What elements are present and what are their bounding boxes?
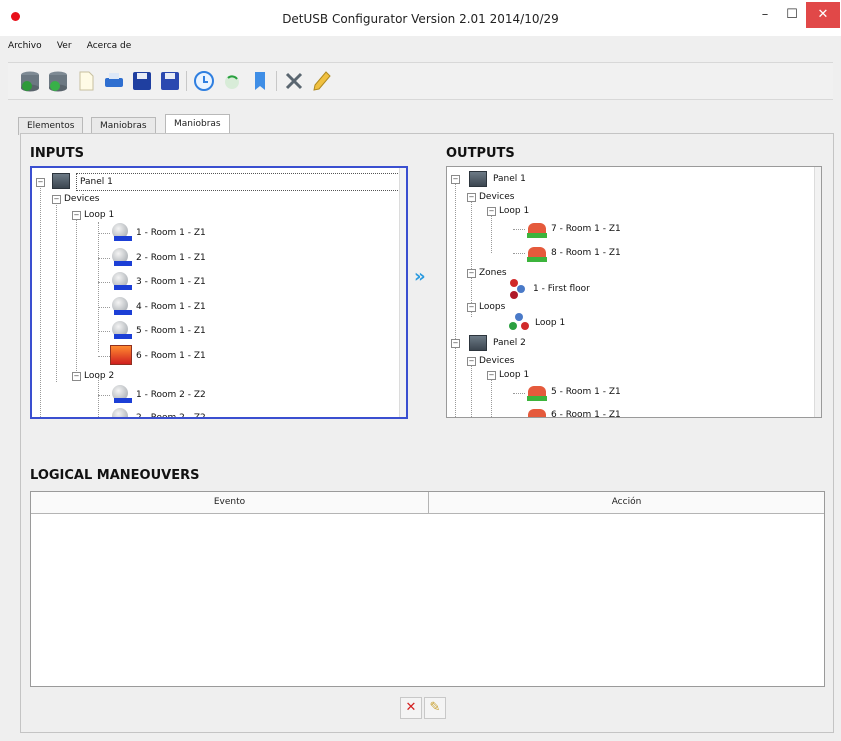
- tree-node-panel[interactable]: Panel 1: [493, 171, 526, 187]
- module-device-icon: [110, 345, 132, 365]
- close-button[interactable]: ✕: [806, 2, 840, 28]
- tree-node-device[interactable]: 2 - Room 2 - Z2: [136, 410, 206, 417]
- input-device-icon: [110, 272, 132, 292]
- input-device-icon: [110, 223, 132, 243]
- window-title: DetUSB Configurator Version 2.01 2014/10…: [282, 12, 559, 26]
- tree-node-device[interactable]: 3 - Room 1 - Z1: [136, 274, 206, 290]
- toolbar-separator: [186, 71, 187, 91]
- save-as-icon[interactable]: [158, 69, 182, 93]
- tree-node-device[interactable]: 2 - Room 1 - Z1: [136, 250, 206, 266]
- menu-archivo[interactable]: Archivo: [8, 41, 42, 51]
- tree-node-device[interactable]: 6 - Room 1 - Z1: [551, 407, 621, 417]
- print-icon[interactable]: [102, 69, 126, 93]
- tree-node-device[interactable]: 1 - Room 1 - Z1: [136, 225, 206, 241]
- inputs-title: INPUTS: [30, 146, 85, 161]
- title-bar: DetUSB Configurator Version 2.01 2014/10…: [0, 0, 841, 36]
- tree-node-panel[interactable]: Panel 1: [76, 173, 402, 191]
- collapse-icon[interactable]: −: [36, 178, 45, 187]
- column-accion[interactable]: Acción: [429, 492, 824, 513]
- transfer-button[interactable]: »: [414, 266, 426, 287]
- collapse-icon[interactable]: −: [487, 371, 496, 380]
- tree-node-loop[interactable]: Loop 1: [499, 203, 529, 219]
- collapse-icon[interactable]: −: [467, 269, 476, 278]
- output-device-icon: [527, 406, 547, 417]
- tools-icon[interactable]: [282, 69, 306, 93]
- tree-node-loop[interactable]: Loop 1: [535, 315, 565, 331]
- app-window: DetUSB Configurator Version 2.01 2014/10…: [0, 0, 841, 741]
- output-device-icon: [527, 383, 547, 401]
- database-write-icon[interactable]: [46, 69, 70, 93]
- output-device-icon: [527, 244, 547, 262]
- collapse-icon[interactable]: −: [52, 195, 61, 204]
- maximize-button[interactable]: ☐: [778, 2, 806, 28]
- collapse-icon[interactable]: −: [451, 339, 460, 348]
- save-icon[interactable]: [130, 69, 154, 93]
- collapse-icon[interactable]: −: [467, 303, 476, 312]
- tree-node-device[interactable]: 5 - Room 1 - Z1: [136, 323, 206, 339]
- outputs-tree[interactable]: − Panel 1 − Devices − Loop 1 7 - Room 1 …: [446, 166, 822, 418]
- tree-node-devices[interactable]: Devices: [64, 191, 99, 207]
- tree-node-loop[interactable]: Loop 2: [84, 368, 114, 384]
- new-document-icon[interactable]: [74, 69, 98, 93]
- toolbar: [8, 62, 833, 100]
- panel-icon: [469, 335, 487, 351]
- tree-node-panel[interactable]: Panel 2: [493, 335, 526, 351]
- panel-icon: [469, 171, 487, 187]
- input-device-icon: [110, 408, 132, 417]
- toolbar-separator: [276, 71, 277, 91]
- database-read-icon[interactable]: [18, 69, 42, 93]
- tree-node-zones[interactable]: Zones: [479, 265, 507, 281]
- bookmark-icon[interactable]: [248, 69, 272, 93]
- tree-node-device[interactable]: 8 - Room 1 - Z1: [551, 245, 621, 261]
- collapse-icon[interactable]: −: [72, 211, 81, 220]
- input-device-icon: [110, 248, 132, 268]
- collapse-icon[interactable]: −: [487, 207, 496, 216]
- delete-button[interactable]: ✕: [400, 697, 422, 719]
- inputs-tree[interactable]: − Panel 1 − Devices − Loop 1 1 - Room 1 …: [30, 166, 408, 419]
- tree-node-loop[interactable]: Loop 1: [499, 367, 529, 383]
- menu-acerca-de[interactable]: Acerca de: [87, 41, 132, 51]
- tree-node-loops[interactable]: Loops: [479, 299, 505, 315]
- input-device-icon: [110, 385, 132, 405]
- logical-title: LOGICAL MANEOUVERS: [30, 468, 200, 483]
- pencil-icon[interactable]: [310, 69, 334, 93]
- clock-icon[interactable]: [192, 69, 216, 93]
- refresh-icon[interactable]: [220, 69, 244, 93]
- collapse-icon[interactable]: −: [467, 193, 476, 202]
- logical-grid[interactable]: Evento Acción: [30, 491, 825, 687]
- menu-ver[interactable]: Ver: [57, 41, 72, 51]
- tree-node-device[interactable]: 6 - Room 1 - Z1: [136, 348, 206, 364]
- loop-icon: [507, 311, 531, 333]
- menu-bar: Archivo Ver Acerca de: [8, 40, 143, 58]
- inputs-scrollbar[interactable]: [399, 168, 406, 417]
- collapse-icon[interactable]: −: [451, 175, 460, 184]
- input-device-icon: [110, 321, 132, 341]
- tree-node-zone[interactable]: 1 - First floor: [533, 281, 590, 297]
- tree-node-device[interactable]: 1 - Room 2 - Z2: [136, 387, 206, 403]
- tab-maniobras-logicas[interactable]: Maniobras lógicas: [165, 114, 230, 147]
- tree-node-device[interactable]: 7 - Room 1 - Z1: [551, 221, 621, 237]
- edit-button[interactable]: ✎: [424, 697, 446, 719]
- output-device-icon: [527, 220, 547, 238]
- input-device-icon: [110, 297, 132, 317]
- panel-icon: [52, 173, 70, 189]
- column-evento[interactable]: Evento: [31, 492, 428, 513]
- collapse-icon[interactable]: −: [467, 357, 476, 366]
- outputs-title: OUTPUTS: [446, 146, 515, 161]
- minimize-button[interactable]: –: [752, 2, 778, 28]
- tree-node-loop[interactable]: Loop 1: [84, 207, 114, 223]
- collapse-icon[interactable]: −: [72, 372, 81, 381]
- tree-node-device[interactable]: 5 - Room 1 - Z1: [551, 384, 621, 400]
- grid-header: Evento Acción: [31, 492, 824, 514]
- tree-node-device[interactable]: 4 - Room 1 - Z1: [136, 299, 206, 315]
- zone-icon: [507, 278, 529, 300]
- outputs-scrollbar[interactable]: [814, 167, 821, 417]
